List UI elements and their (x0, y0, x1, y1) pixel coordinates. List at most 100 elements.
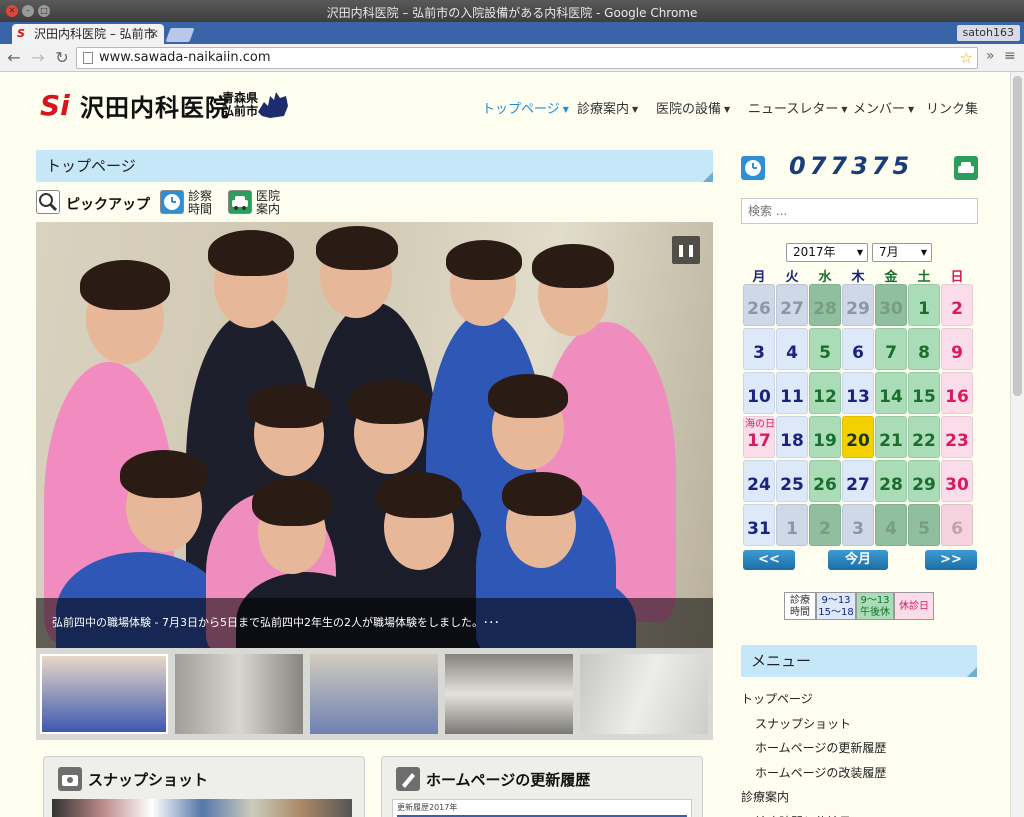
address-bar[interactable]: www.sawada-naikaiin.com ☆ (76, 47, 978, 69)
photo-hair (316, 226, 398, 270)
calendar-day-number: 16 (945, 387, 969, 407)
slideshow[interactable]: ❚❚ 弘前四中の職場体験 - 7月3日から5日まで弘前四中2年生の2人が職場体験… (36, 222, 713, 648)
legend-halfday-line1: 9～13 (860, 595, 890, 606)
nav-links[interactable]: リンク集 (926, 98, 978, 117)
calendar-day[interactable]: 16 (941, 372, 973, 414)
reload-icon[interactable]: ↻ (52, 48, 72, 68)
calendar-day[interactable]: 11 (776, 372, 808, 414)
calendar-day[interactable]: 海の日 17 (743, 416, 775, 458)
hours-link[interactable]: 診察 時間 (188, 190, 212, 216)
tab-close-icon[interactable]: ✕ (149, 24, 159, 44)
search-input[interactable] (741, 198, 978, 224)
thumbnail-1[interactable] (40, 654, 168, 734)
window-titlebar: ✕ – □ 沢田内科医院 – 弘前市の入院設備がある内科医院 - Google … (0, 0, 1024, 22)
logo-location: 青森県 弘前市 (222, 92, 258, 118)
calendar-day[interactable]: 13 (842, 372, 874, 414)
browser-tab[interactable]: S 沢田内科医院 – 弘前市 ✕ (12, 24, 164, 44)
calendar-day[interactable]: 9 (941, 328, 973, 370)
thumbnail-2[interactable] (175, 654, 303, 734)
calendar-day[interactable]: 4 (875, 504, 907, 546)
nav-top-page[interactable]: トップページ ▼ (482, 98, 569, 117)
calendar-day[interactable]: 14 (875, 372, 907, 414)
page-scrollbar[interactable] (1010, 72, 1024, 817)
thumbnail-5[interactable] (580, 654, 708, 734)
calendar-day[interactable]: 27 (842, 460, 874, 502)
update-history-card[interactable]: ホームページの更新履歴 更新履歴2017年 (381, 756, 703, 817)
calendar-day-number: 31 (747, 519, 771, 539)
caret-down-icon: ▼ (908, 105, 915, 114)
new-tab-button[interactable] (165, 28, 195, 42)
calendar-day[interactable]: 20 (842, 416, 874, 458)
calendar-day[interactable]: 6 (941, 504, 973, 546)
calendar-day[interactable]: 22 (908, 416, 940, 458)
month-select[interactable]: 7月 ▼ (872, 243, 932, 262)
back-arrow-icon[interactable]: ← (4, 48, 24, 68)
calendar-day[interactable]: 26 (809, 460, 841, 502)
calendar-day[interactable]: 15 (908, 372, 940, 414)
chrome-menu-icon[interactable]: ≡ (1004, 48, 1016, 64)
weekday-label: 月 (752, 270, 766, 285)
clock-icon[interactable] (160, 190, 184, 214)
calendar-day[interactable]: 27 (776, 284, 808, 326)
year-select[interactable]: 2017年 ▼ (786, 243, 868, 262)
menu-item[interactable]: ホームページの更新履歴 (755, 739, 886, 756)
calendar-day[interactable]: 29 (842, 284, 874, 326)
hours-label-line2: 時間 (188, 202, 213, 216)
calendar-day[interactable]: 12 (809, 372, 841, 414)
legend-weekday: 9～13 15～18 (816, 592, 856, 620)
calendar-day[interactable]: 25 (776, 460, 808, 502)
calendar-day[interactable]: 2 (809, 504, 841, 546)
calendar-day[interactable]: 28 (809, 284, 841, 326)
thumbnail-3[interactable] (310, 654, 438, 734)
calendar-day[interactable]: 30 (941, 460, 973, 502)
calendar-day[interactable]: 19 (809, 416, 841, 458)
slide-caption[interactable]: 弘前四中の職場体験 - 7月3日から5日まで弘前四中2年生の2人が職場体験をしま… (36, 598, 713, 648)
bookmark-star-icon[interactable]: ☆ (960, 48, 973, 68)
url-text: www.sawada-naikaiin.com (99, 50, 271, 65)
calendar-day[interactable]: 23 (941, 416, 973, 458)
extensions-chevron-icon[interactable]: » (986, 48, 995, 64)
snapshot-card[interactable]: スナップショット (43, 756, 365, 817)
menu-item[interactable]: 診療案内 (741, 788, 789, 805)
menu-item[interactable]: スナップショット (755, 715, 851, 732)
calendar-day[interactable]: 18 (776, 416, 808, 458)
forward-arrow-icon[interactable]: → (28, 48, 48, 68)
calendar-day[interactable]: 5 (908, 504, 940, 546)
car-icon[interactable] (228, 190, 252, 214)
thumbnail-4[interactable] (445, 654, 573, 734)
this-month-button[interactable]: 今月 (828, 550, 888, 570)
calendar-day[interactable]: 1 (776, 504, 808, 546)
calendar-day[interactable]: 31 (743, 504, 775, 546)
nav-members[interactable]: メンバー ▼ (853, 98, 914, 117)
calendar-day[interactable]: 5 (809, 328, 841, 370)
calendar-day[interactable]: 3 (743, 328, 775, 370)
prev-month-button[interactable]: << (743, 550, 795, 570)
calendar-day[interactable]: 7 (875, 328, 907, 370)
calendar-day[interactable]: 3 (842, 504, 874, 546)
calendar-day[interactable]: 2 (941, 284, 973, 326)
menu-item[interactable]: トップページ (741, 690, 813, 707)
nav-newsletter[interactable]: ニュースレター ▼ (748, 98, 848, 117)
calendar-day[interactable]: 26 (743, 284, 775, 326)
profile-button[interactable]: satoh163 (956, 25, 1020, 41)
calendar-day[interactable]: 8 (908, 328, 940, 370)
next-month-button[interactable]: >> (925, 550, 977, 570)
calendar-day[interactable]: 28 (875, 460, 907, 502)
menu-item[interactable]: 診療時間と休診日 (755, 813, 851, 817)
clinic-guide-link[interactable]: 医院 案内 (256, 190, 280, 216)
calendar-day[interactable]: 29 (908, 460, 940, 502)
calendar-day[interactable]: 6 (842, 328, 874, 370)
calendar-day[interactable]: 24 (743, 460, 775, 502)
pause-button[interactable]: ❚❚ (672, 236, 700, 264)
calendar-day[interactable]: 21 (875, 416, 907, 458)
calendar-day[interactable]: 30 (875, 284, 907, 326)
nav-facilities[interactable]: 医院の設備 ▼ (656, 98, 730, 117)
nav-guide[interactable]: 診療案内 ▼ (577, 98, 638, 117)
calendar-day[interactable]: 10 (743, 372, 775, 414)
legend-title: 診療 時間 (784, 592, 816, 620)
calendar-day[interactable]: 1 (908, 284, 940, 326)
menu-item[interactable]: ホームページの改装履歴 (755, 764, 886, 781)
calendar-day-number: 12 (813, 387, 837, 407)
calendar-day[interactable]: 4 (776, 328, 808, 370)
scrollbar-thumb[interactable] (1013, 76, 1022, 396)
